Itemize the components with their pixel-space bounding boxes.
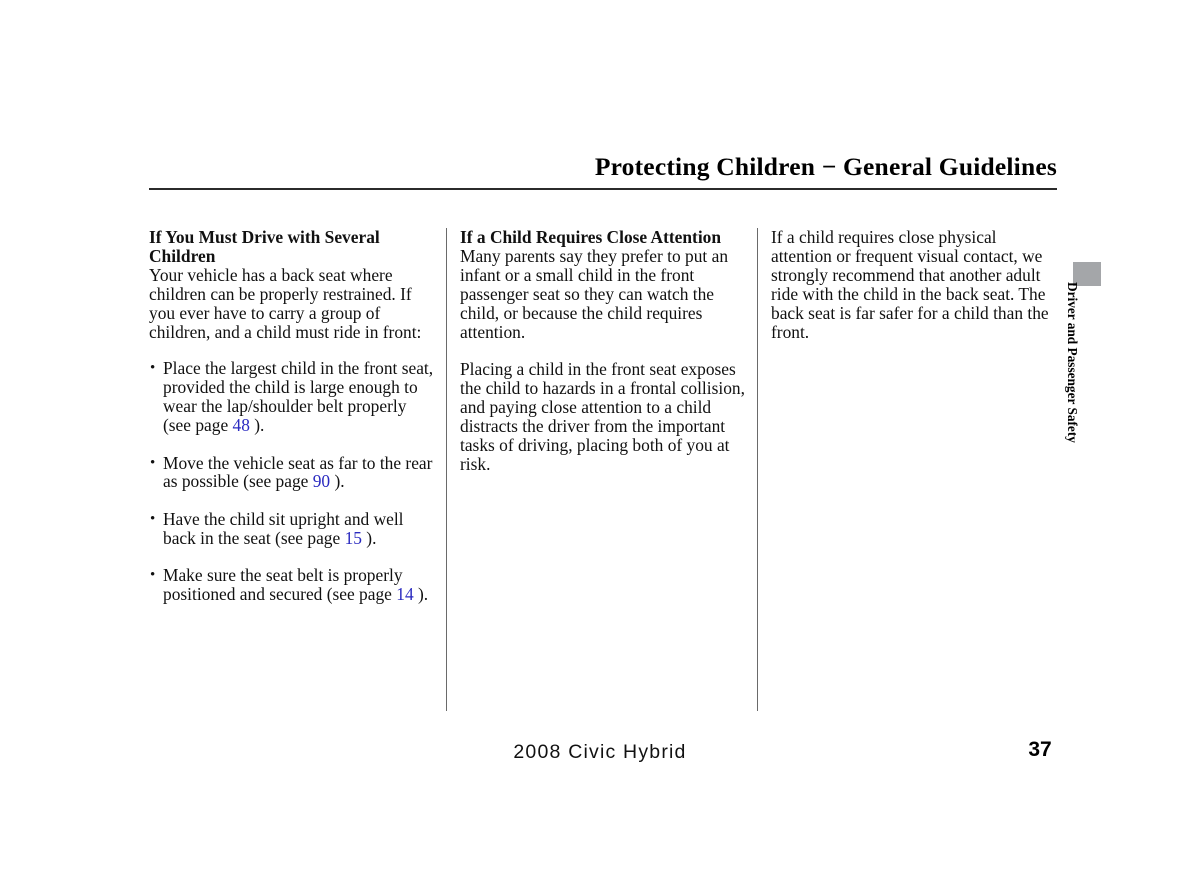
page-title: Protecting Children − General Guidelines (594, 152, 1057, 181)
header-divider-rule (149, 188, 1057, 190)
manual-page: Protecting Children − General Guidelines… (0, 0, 1200, 892)
column-1-bullet-list: Place the largest child in the front sea… (149, 359, 437, 604)
bullet-text-after: ). (249, 415, 265, 436)
list-item: Place the largest child in the front sea… (149, 359, 437, 435)
bullet-text-before: Place the largest child in the front sea… (163, 358, 434, 436)
content-column-2: If a Child Requires Close Attention Many… (460, 228, 749, 474)
list-item: Have the child sit upright and well back… (149, 509, 437, 548)
column-2-paragraph-1: Many parents say they prefer to put an i… (460, 245, 729, 342)
column-2-heading: If a Child Requires Close Attention (460, 227, 722, 247)
column-2-paragraph-2: Placing a child in the front seat expose… (460, 359, 745, 474)
list-item: Make sure the seat belt is properly posi… (149, 566, 437, 604)
column-divider-1 (446, 228, 447, 711)
bullet-text-before: Move the vehicle seat as far to the rear… (163, 452, 433, 492)
page-reference-link[interactable]: 90 (313, 471, 330, 491)
column-1-intro-paragraph: Your vehicle has a back seat where child… (149, 264, 422, 342)
column-3-paragraph-1: If a child requires close physical atten… (771, 227, 1049, 342)
page-number: 37 (1028, 738, 1052, 761)
bullet-text-after: ). (361, 527, 377, 548)
page-reference-link[interactable]: 14 (396, 584, 413, 604)
column-divider-2 (757, 228, 758, 711)
page-reference-link[interactable]: 48 (233, 415, 250, 435)
list-item: Move the vehicle seat as far to the rear… (149, 452, 437, 492)
content-column-3: If a child requires close physical atten… (771, 227, 1058, 342)
bullet-text-before: Make sure the seat belt is properly posi… (163, 565, 403, 605)
section-tab-label: Driver and Passenger Safety (1065, 282, 1080, 443)
bullet-text-after: ). (413, 584, 429, 605)
page-reference-link[interactable]: 15 (345, 528, 362, 548)
bullet-text-after: ). (330, 471, 345, 492)
content-column-1: If You Must Drive with Several Children … (149, 228, 437, 604)
column-1-heading: If You Must Drive with Several Children (149, 227, 380, 266)
